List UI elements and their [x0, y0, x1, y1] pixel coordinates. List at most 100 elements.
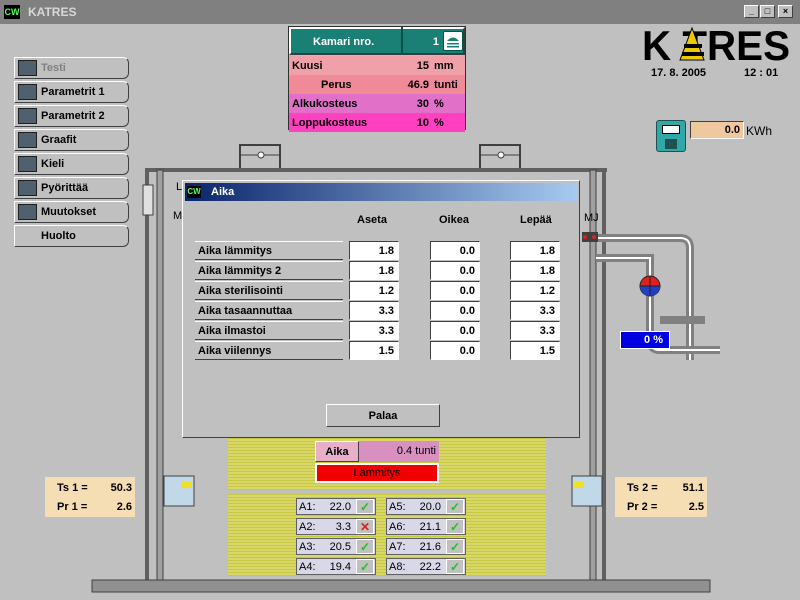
nav-button-8[interactable]: Huolto: [14, 225, 129, 247]
back-button[interactable]: Palaa: [326, 404, 440, 427]
column-header-actual: Oikea: [439, 214, 469, 226]
pr2-label: Pr 2 =: [627, 501, 658, 513]
energy-value: 0.0: [690, 121, 744, 139]
chamber-row: Perus 46.9 tunti: [289, 75, 465, 94]
time-row-label: Aika lämmitys 2: [195, 261, 343, 280]
pr1-label: Pr 1 =: [57, 501, 88, 513]
time-value-field: 1.2: [510, 281, 560, 300]
kiln-roof: [145, 168, 607, 172]
language-icon: [18, 156, 37, 172]
roof-vents: [239, 144, 521, 168]
chamber-row: Kuusi 15 mm: [289, 56, 465, 75]
sensor-item: A7: 21.6 ✓: [386, 538, 466, 555]
left-sensor-box: Ts 1 = 50.3 Pr 1 = 2.6: [45, 477, 135, 517]
sensor-item: A8: 22.2 ✓: [386, 558, 466, 575]
time-value-field: 0.0: [430, 261, 480, 280]
sensor-value: 21.6: [419, 541, 441, 553]
left-water-tank: [163, 475, 195, 507]
sensor-label: A4:: [299, 561, 316, 573]
changes-icon: [18, 204, 37, 220]
ts2-value: 51.1: [682, 482, 704, 494]
pr2-value: 2.5: [688, 501, 704, 513]
time-value-field[interactable]: 3.3: [349, 321, 399, 340]
column-header-set: Aseta: [357, 214, 387, 226]
nav-button-label: Parametrit 2: [41, 110, 105, 122]
nav-button-6[interactable]: Pyörittää: [14, 177, 129, 199]
sensor-value: 22.0: [329, 501, 351, 513]
svg-text:K TRES: K TRES: [642, 22, 790, 66]
chamber-row-unit: %: [434, 98, 444, 110]
time-value-field: 0.0: [430, 241, 480, 260]
nav-button-label: Kieli: [41, 158, 65, 170]
time-value-field: 3.3: [510, 301, 560, 320]
sensor-item: A3: 20.5 ✓: [296, 538, 376, 555]
sensor-label: A2:: [299, 521, 316, 533]
chamber-row: Alkukosteus 30%: [289, 94, 465, 113]
chamber-row-label: Perus: [321, 79, 352, 91]
time-value-field[interactable]: 1.5: [349, 341, 399, 360]
check-icon: ✓: [446, 539, 464, 554]
chamber-label: Kamari nro.: [313, 36, 375, 48]
phase-status: Lämmitys: [315, 463, 439, 483]
time-value-field[interactable]: 1.2: [349, 281, 399, 300]
check-icon: ✓: [446, 499, 464, 514]
sensor-label: A7:: [389, 541, 406, 553]
ts2-label: Ts 2 =: [627, 482, 658, 494]
date-display: 17. 8. 2005: [651, 67, 707, 79]
chamber-row-label: Loppukosteus: [292, 117, 368, 129]
sensor-item: A1: 22.0 ✓: [296, 498, 376, 515]
time-value-field: 0.0: [430, 321, 480, 340]
sensor-label: A5:: [389, 501, 406, 513]
nav-button-label: Parametrit 1: [41, 86, 105, 98]
time-value-field: 1.8: [510, 241, 560, 260]
check-icon: ✓: [356, 559, 374, 574]
time-value-field[interactable]: 1.8: [349, 241, 399, 260]
kiln-left-post: [156, 169, 164, 591]
dialog-title-bar: CW Aika: [185, 183, 577, 201]
energy-meter-icon: [656, 120, 686, 152]
time-row-label: Aika lämmitys: [195, 241, 343, 260]
time-row-label: Aika tasaannuttaa: [195, 301, 343, 320]
chamber-number: 1: [432, 36, 439, 48]
nav-button-4[interactable]: Graafit: [14, 129, 129, 151]
vent-indicator-right: [497, 151, 505, 159]
kiln-left-wall: [145, 168, 149, 580]
chamber-select-icon[interactable]: [443, 31, 463, 51]
sensor-item: A5: 20.0 ✓: [386, 498, 466, 515]
check-icon: ✓: [356, 499, 374, 514]
nav-button-label: Testi: [41, 62, 66, 74]
chamber-header[interactable]: Kamari nro. 1: [289, 27, 465, 55]
sensor-label: A3:: [299, 541, 316, 553]
check-icon: ✓: [446, 559, 464, 574]
chamber-row-value: 30: [416, 98, 429, 110]
time-value-field: 0.0: [430, 301, 480, 320]
sensor-label: A8:: [389, 561, 406, 573]
nav-button-label: Pyörittää: [41, 182, 89, 194]
nav-button-2[interactable]: Parametrit 1: [14, 81, 129, 103]
time-value-field[interactable]: 3.3: [349, 301, 399, 320]
right-sensor-box: Ts 2 = 51.1 Pr 2 = 2.5: [615, 477, 707, 517]
nav-button-5[interactable]: Kieli: [14, 153, 129, 175]
time-value-field: 0.0: [430, 281, 480, 300]
nav-button-1[interactable]: Testi: [14, 57, 129, 79]
nav-button-7[interactable]: Muutokset: [14, 201, 129, 223]
sensor-value: 21.1: [419, 521, 441, 533]
ts1-label: Ts 1 =: [57, 482, 88, 494]
chamber-row-unit: mm: [434, 60, 454, 72]
params-icon: [18, 108, 37, 124]
column-header-rest: Lepää: [520, 214, 552, 226]
chamber-row: Loppukosteus 10%: [289, 113, 465, 132]
chamber-row-unit: %: [434, 117, 444, 129]
time-display: 12 : 01: [744, 67, 779, 79]
nav-button-3[interactable]: Parametrit 2: [14, 105, 129, 127]
nav-button-label: Muutokset: [41, 206, 96, 218]
chamber-panel: Kamari nro. 1 Kuusi 15 mm Perus 46.9 tunti Alk…: [288, 26, 466, 132]
nav-button-label: Huolto: [41, 230, 76, 242]
sensor-item: A6: 21.1 ✓: [386, 518, 466, 535]
time-status-button[interactable]: Aika: [315, 441, 359, 462]
graph-icon: [18, 132, 37, 148]
sensor-label: A1:: [299, 501, 316, 513]
time-value-field: 3.3: [510, 321, 560, 340]
time-value-field[interactable]: 1.8: [349, 261, 399, 280]
chamber-row-label: Kuusi: [292, 60, 323, 72]
